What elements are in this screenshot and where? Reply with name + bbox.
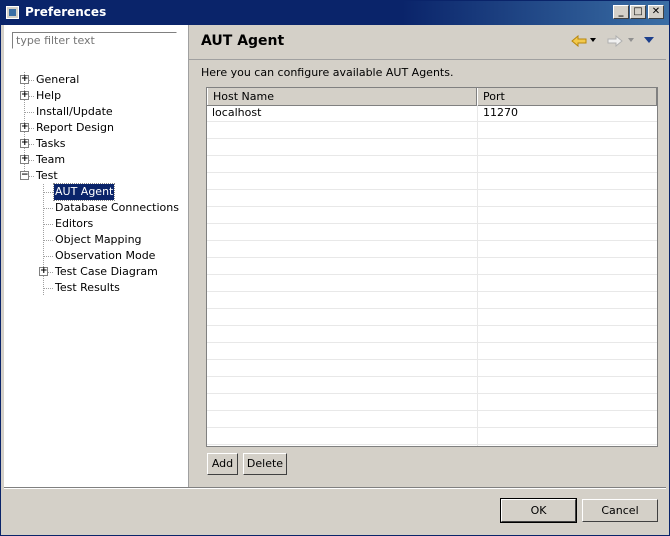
tree-connector	[29, 128, 34, 129]
tree-item-label: Test Case Diagram	[55, 265, 158, 278]
back-arrow-icon[interactable]	[571, 35, 587, 47]
table-row	[207, 207, 657, 224]
page-header: AUT Agent	[189, 25, 666, 60]
table-row	[207, 411, 657, 428]
expand-icon[interactable]: +	[39, 267, 48, 276]
table-row	[207, 309, 657, 326]
filter-input[interactable]	[12, 32, 177, 49]
aut-agent-table[interactable]: Host Name Port localhost 11270	[206, 87, 658, 447]
forward-dropdown-icon[interactable]	[628, 38, 635, 43]
table-header: Host Name Port	[207, 88, 657, 106]
tree-connector	[29, 80, 34, 81]
view-menu-icon[interactable]	[644, 37, 655, 44]
tree-connector	[29, 96, 34, 97]
delete-button[interactable]: Delete	[243, 453, 287, 475]
forward-arrow-icon[interactable]	[607, 35, 623, 47]
table-row	[207, 122, 657, 139]
tree-item-label: AUT Agent	[52, 183, 116, 201]
maximize-button[interactable]: □	[630, 5, 646, 19]
tree-connector	[43, 208, 53, 209]
table-row	[207, 139, 657, 156]
tree-item-label: Test	[36, 169, 58, 182]
column-header-port[interactable]: Port	[477, 88, 657, 105]
tree-connector	[43, 224, 53, 225]
table-row	[207, 241, 657, 258]
expand-icon[interactable]: +	[20, 123, 29, 132]
table-row	[207, 428, 657, 445]
dialog-body: + General + Help Install/Update +	[4, 25, 666, 532]
table-row	[207, 190, 657, 207]
cell-host-name: localhost	[212, 106, 262, 119]
preference-page: AUT Agent Here you can configure availab…	[189, 25, 666, 487]
tree-item-label: Report Design	[36, 121, 114, 134]
add-button[interactable]: Add	[207, 453, 238, 475]
page-title: AUT Agent	[201, 33, 285, 49]
expand-icon[interactable]: +	[20, 75, 29, 84]
tree-item-label: Team	[36, 153, 66, 166]
window-icon	[6, 6, 19, 19]
footer-separator	[4, 487, 666, 489]
collapse-icon[interactable]: −	[20, 171, 29, 180]
table-row	[207, 292, 657, 309]
tree-connector	[43, 256, 53, 257]
tree-item-label: Install/Update	[36, 105, 113, 118]
table-row	[207, 326, 657, 343]
back-dropdown-icon[interactable]	[590, 38, 597, 43]
table-row	[207, 394, 657, 411]
window-title: Preferences	[25, 5, 107, 19]
tree-item-label: Database Connections	[55, 201, 179, 214]
tree-item-label: Test Results	[55, 281, 120, 294]
column-header-host-name[interactable]: Host Name	[207, 88, 477, 105]
tree-connector	[48, 272, 53, 273]
tree-connector	[29, 160, 34, 161]
expand-icon[interactable]: +	[20, 155, 29, 164]
tree-item-label: Editors	[55, 217, 94, 230]
expand-icon[interactable]: +	[20, 139, 29, 148]
table-row	[207, 224, 657, 241]
cancel-button[interactable]: Cancel	[582, 499, 658, 522]
page-description: Here you can configure available AUT Age…	[201, 66, 454, 79]
tree-connector	[29, 144, 34, 145]
tree-connector	[24, 112, 34, 113]
preference-tree-pane: + General + Help Install/Update +	[4, 25, 189, 487]
tree-item-label: General	[36, 73, 80, 86]
table-row	[207, 173, 657, 190]
tree-item-label: Tasks	[36, 137, 66, 150]
table-row	[207, 156, 657, 173]
tree-connector	[43, 288, 53, 289]
table-row[interactable]: localhost 11270	[207, 105, 657, 122]
table-row	[207, 343, 657, 360]
tree-connector	[43, 192, 53, 193]
table-row	[207, 377, 657, 394]
tree-connector	[29, 176, 34, 177]
table-row	[207, 258, 657, 275]
tree-item-label: Object Mapping	[55, 233, 142, 246]
close-button[interactable]: ✕	[648, 5, 664, 19]
expand-icon[interactable]: +	[20, 91, 29, 100]
tree-item-label: Help	[36, 89, 62, 102]
minimize-button[interactable]: _	[613, 5, 629, 19]
table-row	[207, 275, 657, 292]
ok-button[interactable]: OK	[500, 498, 577, 523]
preferences-window: Preferences _ □ ✕ + General +	[0, 0, 670, 536]
table-row	[207, 360, 657, 377]
cell-port: 11270	[483, 106, 518, 119]
tree-connector	[43, 240, 53, 241]
tree-item-label: Observation Mode	[55, 249, 156, 262]
title-bar[interactable]: Preferences _ □ ✕	[1, 1, 669, 25]
